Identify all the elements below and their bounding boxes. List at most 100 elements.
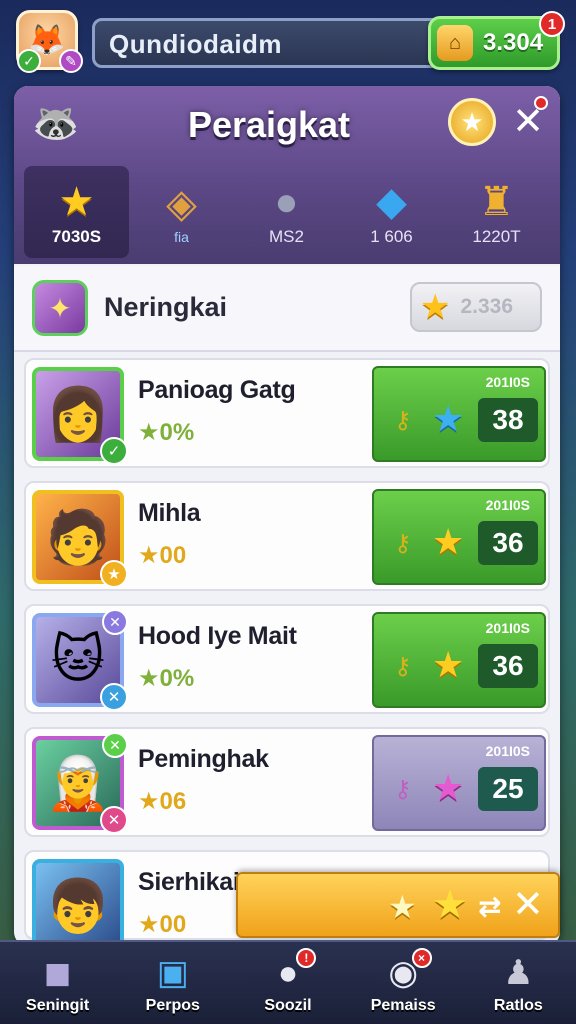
reward-box[interactable]: 201I0S ⚷ ★ 36 — [372, 612, 546, 708]
player-row[interactable]: 🐱 ✕ ✕ Hood Iye Mait ★0% 201I0S ⚷ ★ 36 — [24, 604, 550, 714]
star-icon: ★ — [58, 180, 95, 224]
star-icon: ★ — [388, 889, 417, 925]
key-icon: ⚷ — [394, 407, 412, 434]
check-badge-icon: ✓ — [100, 437, 128, 465]
player-row[interactable]: 🧝 ✕ ✕ Peminghak ★06 201I0S ⚷ ★ 25 — [24, 727, 550, 837]
player-stat-value: 0% — [159, 419, 195, 446]
section-header: ✦ Neringkai ★ 2.336 — [14, 266, 560, 352]
section-score: ★ 2.336 — [410, 282, 542, 332]
reward-box[interactable]: 201I0S ⚷ ★ 25 — [372, 735, 546, 831]
leaderboard-panel: 🦝 Peraigkat ★ ✕ ★ 7030S ◈ fia ● MS2 ◆ 1 … — [14, 86, 560, 946]
player-portrait: 🧝 ✕ ✕ — [32, 732, 128, 834]
raccoon-avatar-icon: 🦝 — [32, 103, 80, 145]
section-score-value: 2.336 — [460, 295, 514, 318]
favorite-star-button[interactable]: ★ — [448, 98, 496, 146]
nav-ratlos[interactable]: ♟ Ratlos — [461, 942, 576, 1024]
nav-perpos[interactable]: ▣ Perpos — [115, 942, 230, 1024]
close-badge-icon: ✕ — [102, 732, 128, 758]
star-icon: ★ — [432, 521, 465, 562]
swap-icon[interactable]: ⇄ — [478, 890, 501, 923]
player-stat: ★0% — [138, 419, 195, 446]
player-stat: ★0% — [138, 665, 195, 692]
bottom-navigation: ◼ Seningit ▣ Perpos ● Soozil ! ◉ Pemaiss… — [0, 940, 576, 1024]
player-name: Sierhikait — [138, 868, 248, 896]
tab-stars[interactable]: ★ 7030S — [24, 166, 129, 258]
player-portrait: 🐱 ✕ ✕ — [32, 609, 128, 711]
tab-gem[interactable]: ◆ 1 606 — [339, 166, 444, 258]
player-portrait: 👩 ✓ — [32, 367, 128, 465]
reward-value: 36 — [478, 521, 538, 565]
player-stat: ★06 — [138, 788, 187, 815]
top-bar: 🦊 ✓ ✎ Qundiodaidm ⌂ 3.304 1 — [0, 0, 576, 80]
tab-chest[interactable]: ◈ fia — [129, 166, 234, 258]
reward-value: 38 — [478, 398, 538, 442]
close-notification-dot — [534, 96, 548, 110]
currency-display[interactable]: ⌂ 3.304 1 — [428, 11, 565, 70]
elf-avatar-icon: 🧝 — [45, 754, 111, 813]
star-icon: ★ — [432, 767, 465, 808]
category-tabs: ★ 7030S ◈ fia ● MS2 ◆ 1 606 ♜ 1220T — [24, 166, 550, 258]
star-icon: ★ — [432, 883, 468, 927]
notification-badge: ! — [296, 948, 317, 968]
player-row[interactable]: 👩 ✓ Panioag Gatg ★0% 201I0S ⚷ ★ 38 — [24, 358, 550, 468]
trophy-icon: ♜ — [478, 180, 515, 224]
player-name: Panioag Gatg — [138, 376, 296, 404]
nav-pemaiss[interactable]: ◉ Pemaiss × — [346, 942, 461, 1024]
tab-trophy[interactable]: ♜ 1220T — [444, 166, 549, 258]
nav-seningit[interactable]: ◼ Seningit — [0, 942, 115, 1024]
panel-title: Peraigkat — [187, 104, 351, 145]
nav-soozil[interactable]: ● Soozil ! — [230, 942, 345, 1024]
star-icon: ★ — [432, 398, 465, 439]
player-stat: ★00 — [138, 911, 187, 938]
boy-avatar-icon: 👦 — [45, 877, 111, 936]
currency-icon: ⌂ — [437, 25, 473, 61]
player-list: 👩 ✓ Panioag Gatg ★0% 201I0S ⚷ ★ 38 🧑 ★ M… — [24, 358, 550, 946]
player-avatar[interactable]: 🦊 ✓ ✎ — [16, 10, 83, 73]
reward-box[interactable]: 201I0S ⚷ ★ 38 — [372, 366, 546, 462]
girl-avatar-icon: 👩 — [45, 385, 111, 444]
cube-gift-icon: ✦ — [32, 280, 88, 336]
action-bar[interactable]: ★ ★ ⇄ ✕ — [236, 872, 560, 938]
star-badge-icon: ★ — [100, 560, 128, 588]
reward-box[interactable]: 201I0S ⚷ ★ 36 — [372, 489, 546, 585]
chest-tag: fia — [174, 229, 189, 245]
plus-badge-icon: ✕ — [100, 683, 128, 711]
chat-icon: ● — [277, 954, 299, 992]
key-icon: ⚷ — [394, 653, 412, 680]
reward-label: 201I0S — [485, 743, 530, 759]
player-portrait: 🧑 ★ — [32, 490, 128, 588]
close-icon[interactable]: ✕ — [512, 882, 544, 927]
chest-icon: ◈ — [166, 182, 197, 226]
mouse-icon: ● — [274, 180, 299, 224]
player-name: Peminghak — [138, 745, 269, 773]
player-portrait: 👦 — [32, 859, 124, 946]
nav-label: Soozil — [264, 997, 312, 1014]
cat-avatar-icon: 🐱 — [50, 631, 106, 689]
star-icon: ★ — [432, 644, 465, 685]
cube-icon: ◼ — [43, 954, 72, 992]
reward-label: 201I0S — [485, 620, 530, 636]
tab-label: 7030S — [51, 227, 102, 246]
player-stat-value: 00 — [159, 542, 187, 569]
check-badge-icon: ✓ — [17, 49, 41, 73]
tab-label: MS2 — [269, 227, 304, 246]
section-title: Neringkai — [104, 292, 228, 322]
notification-badge: × — [411, 948, 432, 968]
tab-mouse[interactable]: ● MS2 — [234, 166, 339, 258]
panel-header: 🦝 Peraigkat ★ ✕ ★ 7030S ◈ fia ● MS2 ◆ 1 … — [14, 86, 560, 264]
close-badge-icon: ✕ — [102, 609, 128, 635]
player-row[interactable]: 🧑 ★ Mihla ★ 00 201I0S ⚷ ★ 36 — [24, 481, 550, 591]
nav-label: Perpos — [145, 997, 200, 1014]
search-field[interactable]: Qundiodaidm — [92, 18, 442, 68]
player-stat-value: 06 — [159, 788, 187, 815]
man-avatar-icon: 🧑 — [45, 508, 111, 567]
key-icon: ⚷ — [394, 530, 412, 557]
reward-value: 36 — [478, 644, 538, 688]
tab-label: 1 606 — [370, 227, 413, 246]
edit-badge-icon: ✎ — [59, 49, 83, 73]
chest-icon: ▣ — [156, 954, 189, 992]
player-stat-value: 0% — [159, 665, 195, 692]
tab-label: 1220T — [472, 227, 521, 246]
player-name: Mihla — [138, 499, 201, 527]
player-stat-value: 00 — [159, 911, 187, 938]
